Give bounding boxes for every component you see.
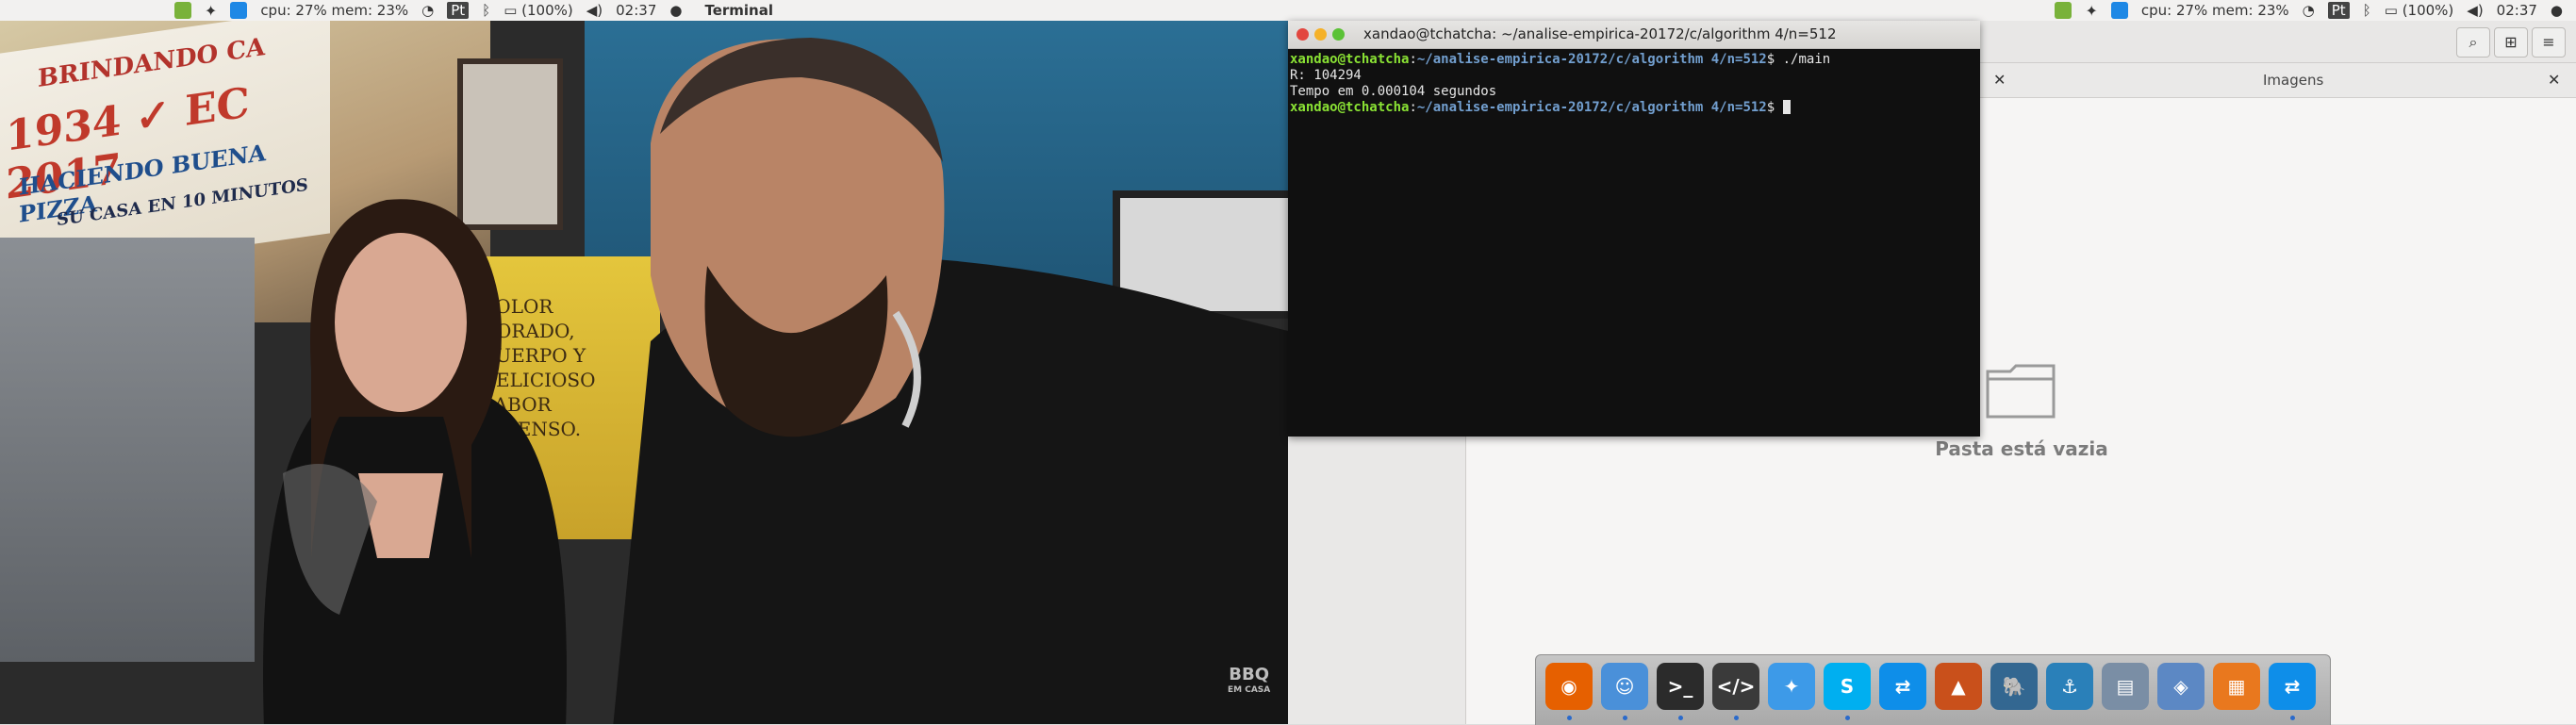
apple-menu-icon[interactable]: ● [2551, 2, 2563, 19]
search-button[interactable]: ⌕ [2456, 27, 2490, 58]
ubuntu-software-icon[interactable]: ▦ [2213, 663, 2260, 710]
empty-folder-message: Pasta está vazia [1935, 437, 2108, 460]
scanner-icon[interactable]: ▤ [2102, 663, 2149, 710]
top-panel-left: ✦ cpu: 27% mem: 23% ◔ Pt ᛒ ▭ (100%) ◀) 0… [0, 0, 1288, 22]
wifi-icon[interactable]: ◔ [2303, 2, 2315, 19]
person-woman [263, 199, 567, 724]
active-app-name: Terminal [704, 2, 773, 19]
watermark-text: BBQ [1229, 665, 1269, 684]
battery-icon[interactable]: ▭ [504, 2, 517, 19]
terminal-icon[interactable]: >_ [1657, 663, 1704, 710]
terminal-line: Tempo em 0.000104 segundos [1290, 84, 1497, 99]
finder-icon[interactable]: ☺ [1601, 663, 1648, 710]
watermark-subtext: EM CASA [1228, 685, 1271, 695]
bluetooth-icon[interactable]: ᛒ [2363, 2, 2371, 19]
prompt-path: ~/analise-empirica-20172/c/algorithm 4/n… [1416, 100, 1767, 115]
menu-button[interactable]: ≡ [2532, 27, 2566, 58]
terminal-output[interactable]: xandao@tchatcha:~/analise-empirica-20172… [1288, 48, 1980, 437]
teamviewer-tray-icon[interactable] [230, 2, 248, 19]
close-window-button[interactable] [1296, 28, 1309, 41]
terminal-window[interactable]: xandao@tchatcha: ~/analise-empirica-2017… [1288, 21, 1980, 437]
terminal-line: xandao@tchatcha:~/analise-empirica-20172… [1290, 52, 1831, 67]
wifi-icon[interactable]: ◔ [421, 2, 434, 19]
system-load-indicator[interactable]: cpu: 27% mem: 23% [2141, 2, 2289, 19]
clock[interactable]: 02:37 [616, 2, 656, 19]
dock: ◉ ☺ >_ </> ✦ S ⇄ ▲ 🐘 ⚓ ▤ ◈ ▦ ⇄ [1535, 654, 2331, 725]
battery-level: (100%) [521, 2, 573, 19]
matlab-icon[interactable]: ▲ [1935, 663, 1982, 710]
running-indicator [1678, 716, 1683, 720]
video-player[interactable]: BRINDANDO CA 1934 ✓ EC 2017 HACIENDO BUE… [0, 21, 1288, 724]
tab-imagens[interactable]: Imagens [2263, 63, 2323, 97]
teamviewer-icon-2[interactable]: ⇄ [2269, 663, 2316, 710]
person-man [613, 38, 1288, 724]
prompt-user: xandao@tchatcha [1290, 100, 1410, 115]
kitchen-counter [0, 238, 255, 662]
updates-icon[interactable] [2055, 2, 2072, 19]
keyboard-layout-indicator[interactable]: Pt [2327, 2, 2350, 19]
running-indicator [1623, 716, 1627, 720]
running-indicator [2290, 716, 2295, 720]
terminal-line: R: 104294 [1290, 68, 1362, 83]
minimize-window-button[interactable] [1314, 28, 1327, 41]
channel-watermark: BBQ EM CASA [1228, 667, 1270, 698]
hamburger-icon: ≡ [2542, 33, 2555, 51]
apple-menu-icon[interactable]: ● [669, 2, 682, 19]
dropbox-icon[interactable]: ✦ [1768, 663, 1815, 710]
close-tab-icon[interactable]: ✕ [2548, 63, 2560, 97]
teamviewer-tray-icon[interactable] [2110, 2, 2128, 19]
empty-folder-icon [1986, 364, 2056, 419]
view-mode-button[interactable]: ⊞ [2494, 27, 2528, 58]
search-icon: ⌕ [2469, 33, 2478, 51]
top-panel-right: ✦ cpu: 27% mem: 23% ◔ Pt ᛒ ▭ (100%) ◀) 0… [1288, 0, 2576, 22]
terminal-cursor [1782, 100, 1791, 114]
skype-icon[interactable]: S [1824, 663, 1871, 710]
dropbox-tray-icon[interactable]: ✦ [2085, 2, 2097, 20]
virtualbox-icon[interactable]: ◈ [2157, 663, 2204, 710]
running-indicator [1567, 716, 1572, 720]
prompt-user: xandao@tchatcha [1290, 52, 1410, 67]
prompt-path: ~/analise-empirica-20172/c/algorithm 4/n… [1416, 52, 1767, 67]
terminal-line: xandao@tchatcha:~/analise-empirica-20172… [1290, 100, 1791, 115]
firefox-icon[interactable]: ◉ [1545, 663, 1593, 710]
mysql-workbench-icon[interactable]: ⚓ [2046, 663, 2093, 710]
terminal-title: xandao@tchatcha: ~/analise-empirica-2017… [1363, 25, 1837, 42]
volume-icon[interactable]: ◀) [586, 2, 603, 19]
code-editor-icon[interactable]: </> [1712, 663, 1759, 710]
system-load-indicator[interactable]: cpu: 27% mem: 23% [260, 2, 408, 19]
teamviewer-icon[interactable]: ⇄ [1879, 663, 1926, 710]
maximize-window-button[interactable] [1332, 28, 1345, 41]
clock[interactable]: 02:37 [2497, 2, 2537, 19]
battery-level: (100%) [2402, 2, 2454, 19]
volume-icon[interactable]: ◀) [2467, 2, 2483, 19]
command-text [1775, 100, 1782, 115]
updates-icon[interactable] [173, 2, 191, 19]
bluetooth-icon[interactable]: ᛒ [482, 2, 490, 19]
postgresql-icon[interactable]: 🐘 [1990, 663, 2038, 710]
dropbox-tray-icon[interactable]: ✦ [205, 2, 217, 20]
command-text: ./main [1775, 52, 1831, 67]
close-tab-icon[interactable]: ✕ [1993, 63, 2006, 97]
terminal-titlebar[interactable]: xandao@tchatcha: ~/analise-empirica-2017… [1288, 21, 1980, 49]
battery-icon[interactable]: ▭ [2385, 2, 2398, 19]
running-indicator [1845, 716, 1850, 720]
grid-icon: ⊞ [2504, 33, 2518, 51]
keyboard-layout-indicator[interactable]: Pt [447, 2, 470, 19]
running-indicator [1734, 716, 1739, 720]
